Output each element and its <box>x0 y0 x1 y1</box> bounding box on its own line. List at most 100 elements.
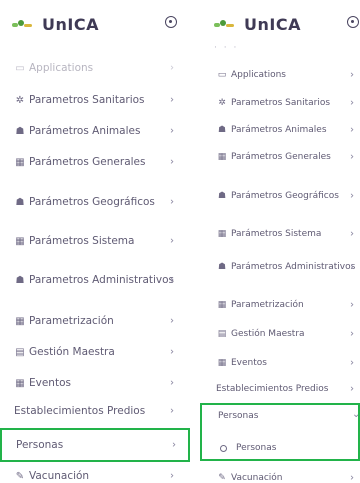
chevron-right-icon: › <box>170 315 174 327</box>
general-params-icon: ▦ <box>15 156 25 168</box>
chevron-right-icon: › <box>350 69 354 81</box>
sidebar-item-label: Vacunación <box>29 469 90 482</box>
brand[interactable]: UnICA <box>214 14 301 34</box>
sidebar-item-gestion-maestra[interactable]: ▤ Gestión Maestra › <box>200 325 360 343</box>
sidebar-item-establecimientos-predios[interactable]: Establecimientos Predios › <box>0 401 190 421</box>
geography-icon: ☗ <box>217 190 227 201</box>
chevron-right-icon: › <box>350 357 354 369</box>
chevron-right-icon: › <box>350 151 354 163</box>
brand[interactable]: UnICA <box>12 14 99 34</box>
sidebar-item-parametros-animales[interactable]: ☗ Parámetros Animales › <box>200 121 360 139</box>
sidebar-item-label: Gestión Maestra <box>29 345 115 358</box>
sidebar-item-label: Parámetros Generales <box>29 155 146 168</box>
chevron-right-icon: › <box>170 470 174 482</box>
sidebar-item-parametrizacion[interactable]: ▦ Parametrización › <box>200 296 360 314</box>
sidebar-item-parametros-administrativos[interactable]: ☗ Parametros Administrativos › <box>0 262 190 298</box>
applications-icon: ▭ <box>15 62 25 74</box>
sidebar-item-parametros-animales[interactable]: ☗ Parámetros Animales › <box>0 121 190 141</box>
chevron-right-icon: › <box>350 228 354 240</box>
sidebar-item-label: Personas <box>218 411 259 421</box>
sidebar-item-parametros-sistema[interactable]: ▦ Parámetros Sistema › <box>0 231 190 251</box>
chevron-right-icon: › <box>350 472 354 483</box>
sidebar-item-label: Establecimientos Predios <box>14 404 146 417</box>
sidebar-item-vacunacion[interactable]: ✎ Vacunación › <box>200 471 360 483</box>
chevron-right-icon: › <box>170 62 174 74</box>
parametrization-icon: ▦ <box>217 299 227 310</box>
sidebar-item-parametros-generales[interactable]: ▦ Parámetros Generales › <box>0 152 190 172</box>
system-params-icon: ▦ <box>217 228 227 239</box>
scroll-indicator: · · · <box>214 43 239 53</box>
sidebar-item-parametros-sanitarios[interactable]: ✲ Parametros Sanitarios › <box>0 90 190 110</box>
animals-icon: ☗ <box>217 124 227 135</box>
events-icon: ▦ <box>15 377 25 389</box>
chevron-right-icon: › <box>170 274 174 286</box>
sidebar-item-label: Parámetros Geográficos <box>29 195 155 208</box>
chevron-right-icon: › <box>350 261 354 273</box>
system-params-icon: ▦ <box>15 235 25 247</box>
chevron-right-icon: › <box>350 299 354 311</box>
sidebar-item-label: Parámetros Animales <box>231 124 327 135</box>
menu-toggle-icon[interactable] <box>165 16 177 28</box>
animals-icon: ☗ <box>15 125 25 137</box>
sidebar-left: UnICA ▭ Applications › ✲ Parametros Sanitari… <box>0 0 190 483</box>
sidebar-item-label: Parámetros Geográficos <box>231 190 339 201</box>
sidebar-item-gestion-maestra[interactable]: ▤ Gestión Maestra › <box>0 342 190 362</box>
sidebar-item-label: Eventos <box>231 357 267 368</box>
submenu-item-label: Personas <box>236 443 277 453</box>
master-management-icon: ▤ <box>15 346 25 358</box>
chevron-right-icon: › <box>170 235 174 247</box>
geography-icon: ☗ <box>15 196 25 208</box>
chevron-right-icon: › <box>350 383 354 395</box>
events-icon: ▦ <box>217 357 227 368</box>
sidebar-item-label: Eventos <box>29 376 71 389</box>
sidebar-right: UnICA · · · ▭ Applications › ✲ Parametros Sa… <box>200 0 360 483</box>
sidebar-item-label: Parámetros Sistema <box>231 228 322 239</box>
chevron-right-icon: › <box>170 156 174 168</box>
master-management-icon: ▤ <box>217 328 227 339</box>
sidebar-item-label: Gestión Maestra <box>231 328 305 339</box>
admin-params-icon: ☗ <box>15 274 25 286</box>
unica-logo <box>214 18 238 30</box>
chevron-right-icon: › <box>170 125 174 137</box>
submenu-item-personas[interactable]: Personas <box>200 441 360 455</box>
menu-toggle-icon[interactable] <box>347 16 359 28</box>
sidebar-item-label: Parámetros Animales <box>29 124 141 137</box>
sidebar-item-applications[interactable]: ▭ Applications › <box>200 66 360 84</box>
chevron-right-icon: › <box>170 196 174 208</box>
sanitary-icon: ✲ <box>218 97 226 108</box>
sidebar-item-label: Establecimientos Predios <box>216 383 329 394</box>
chevron-right-icon: › <box>170 94 174 106</box>
chevron-right-icon: › <box>350 97 354 109</box>
sidebar-item-parametros-geograficos[interactable]: ☗ Parámetros Geográficos › <box>200 181 360 211</box>
sidebar-item-personas[interactable]: Personas › <box>0 428 190 462</box>
sanitary-icon: ✲ <box>15 94 25 106</box>
sidebar-item-label: Parametros Sanitarios <box>29 93 145 106</box>
sidebar-item-parametrizacion[interactable]: ▦ Parametrización › <box>0 311 190 331</box>
sidebar-item-label: Parámetros Administrativos <box>231 261 356 272</box>
app-title: UnICA <box>244 14 301 34</box>
parametrization-icon: ▦ <box>15 315 25 327</box>
vaccination-icon: ✎ <box>218 472 226 483</box>
general-params-icon: ▦ <box>217 151 227 162</box>
chevron-right-icon: › <box>350 124 354 136</box>
sidebar-item-label: Parametrización <box>29 314 114 327</box>
sidebar-item-parametros-sistema[interactable]: ▦ Parámetros Sistema › <box>200 225 360 243</box>
sidebar-item-establecimientos-predios[interactable]: Establecimientos Predios › <box>200 380 360 398</box>
chevron-right-icon: › <box>350 328 354 340</box>
chevron-right-icon: › <box>170 377 174 389</box>
chevron-right-icon: › <box>350 190 354 202</box>
sidebar-item-parametros-generales[interactable]: ▦ Parámetros Generales › <box>200 148 360 166</box>
chevron-down-icon: ⌄ <box>352 409 360 420</box>
sidebar-item-label: Parametrización <box>231 299 304 310</box>
sidebar-item-vacunacion[interactable]: ✎ Vacunación › <box>0 468 190 483</box>
sidebar-item-parametros-geograficos[interactable]: ☗ Parámetros Geográficos › <box>0 184 190 220</box>
sidebar-item-label: Parametros Administrativos <box>29 273 175 286</box>
sidebar-item-parametros-sanitarios[interactable]: ✲ Parametros Sanitarios › <box>200 94 360 112</box>
sidebar-item-eventos[interactable]: ▦ Eventos › <box>0 373 190 393</box>
sidebar-item-parametros-administrativos[interactable]: ☗ Parámetros Administrativos › <box>200 252 360 282</box>
chevron-right-icon: › <box>170 346 174 358</box>
sidebar-item-applications[interactable]: ▭ Applications › <box>0 58 190 78</box>
sidebar-item-label: Parámetros Generales <box>231 151 331 162</box>
sidebar-item-eventos[interactable]: ▦ Eventos › <box>200 354 360 372</box>
sidebar-item-label: Vacunación <box>231 472 283 483</box>
